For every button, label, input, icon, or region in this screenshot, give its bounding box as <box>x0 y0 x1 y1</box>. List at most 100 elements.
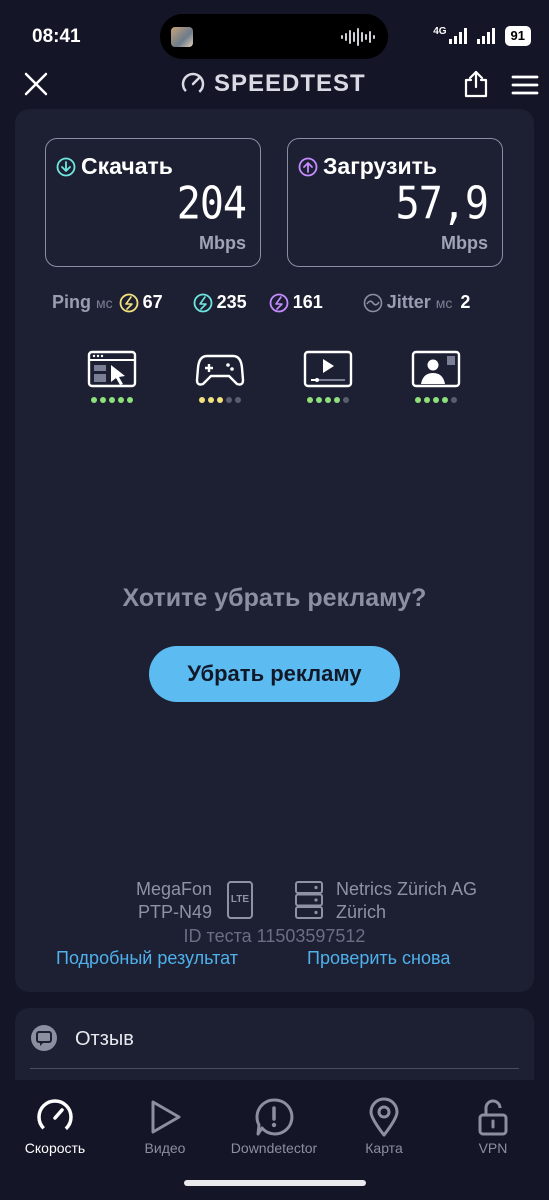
quality-dot <box>334 397 340 403</box>
tab-video-label: Видео <box>144 1140 186 1156</box>
tab-downdetector-label: Downdetector <box>230 1140 318 1156</box>
server-icon <box>295 881 323 919</box>
jitter-value: 2 <box>460 292 471 312</box>
feedback-icon <box>31 1025 57 1051</box>
app-title-text: SPEEDTEST <box>214 70 366 97</box>
alert-icon <box>255 1098 294 1136</box>
ping-upload-icon <box>269 293 289 312</box>
provider-ip: PTP-N49 <box>137 902 212 922</box>
jitter-label: Jitter <box>386 292 431 312</box>
download-unit: Mbps <box>199 233 246 253</box>
tab-map[interactable]: Карта <box>334 1094 434 1156</box>
quality-dots-video <box>303 397 353 403</box>
quality-dot <box>91 397 97 403</box>
upload-unit: Mbps <box>441 233 488 253</box>
server-info: Netrics Zürich AG Zürich <box>336 878 477 924</box>
quality-dot <box>424 397 430 403</box>
web-browsing-icon <box>87 350 137 388</box>
remove-ads-question: Хотите убрать рекламу? <box>122 584 427 612</box>
status-time: 08:41 <box>32 26 81 47</box>
quality-dot <box>442 397 448 403</box>
close-icon[interactable] <box>24 72 48 96</box>
divider <box>30 1068 519 1069</box>
tab-speed-label: Скорость <box>24 1140 86 1156</box>
upload-box: Загрузить 57,9 Mbps <box>287 138 503 267</box>
ping-row: Ping мс 67 235 161 Jitter мс 2 <box>52 292 498 313</box>
video-call-icon <box>411 350 461 388</box>
download-label: Скачать <box>56 153 173 180</box>
upload-arrow-icon <box>298 157 318 176</box>
quality-dot <box>118 397 124 403</box>
quality-dot <box>235 397 241 403</box>
status-indicators: 4G 91 <box>433 26 531 46</box>
feedback-label: Отзыв <box>75 1028 134 1050</box>
upload-label: Загрузить <box>298 153 437 180</box>
quality-dot <box>316 397 322 403</box>
detailed-result-link[interactable]: Подробный результат <box>56 948 238 969</box>
lte-icon: LTE <box>227 881 253 919</box>
tab-vpn[interactable]: VPN <box>443 1094 543 1156</box>
upload-label-text: Загрузить <box>323 153 437 179</box>
home-indicator <box>184 1180 366 1186</box>
battery-level: 91 <box>504 26 531 46</box>
gaming-icon <box>195 354 245 386</box>
quality-dots-call <box>411 397 461 403</box>
quality-dot <box>415 397 421 403</box>
ping-download-value: 235 <box>216 292 247 312</box>
feedback-row[interactable]: Отзыв <box>15 1008 534 1088</box>
quality-gaming <box>195 350 245 403</box>
quality-dots-web <box>87 397 137 403</box>
download-label-text: Скачать <box>81 153 173 179</box>
lte-label: LTE <box>230 894 250 905</box>
ping-upload-value: 161 <box>292 292 323 312</box>
play-icon <box>151 1100 181 1134</box>
tab-speed[interactable]: Скорость <box>5 1094 105 1156</box>
tab-downdetector[interactable]: Downdetector <box>224 1094 324 1156</box>
signal-icon-2 <box>476 28 495 44</box>
download-value: 204 <box>176 178 247 230</box>
server-city: Zürich <box>336 902 387 922</box>
test-id: ID теста 11503597512 <box>183 926 366 946</box>
provider-name: MegaFon <box>135 879 212 899</box>
speedometer-icon <box>37 1099 73 1135</box>
lock-icon <box>478 1099 508 1136</box>
ping-label: Ping <box>52 292 91 312</box>
ping-idle-icon <box>119 293 139 312</box>
server-name: Netrics Zürich AG <box>336 879 478 899</box>
quality-video <box>303 350 353 403</box>
quality-dot <box>217 397 223 403</box>
quality-dot <box>226 397 232 403</box>
quality-dot <box>199 397 205 403</box>
network-type: 4G <box>433 26 447 37</box>
video-streaming-icon <box>303 350 353 388</box>
quality-dot <box>325 397 331 403</box>
quality-dot <box>307 397 313 403</box>
speedometer-logo-icon <box>181 72 205 96</box>
ping-idle-value: 67 <box>142 292 163 312</box>
upload-value: 57,9 <box>395 178 489 230</box>
ping-download-icon <box>193 293 213 312</box>
quality-dot <box>109 397 115 403</box>
menu-icon[interactable] <box>511 74 539 96</box>
tab-map-label: Карта <box>365 1140 403 1156</box>
audio-waveform-icon <box>341 28 375 46</box>
share-icon[interactable] <box>463 70 489 98</box>
quality-dot <box>100 397 106 403</box>
quality-web <box>87 350 137 403</box>
signal-icon <box>448 28 467 44</box>
tab-vpn-label: VPN <box>478 1140 508 1156</box>
remove-ads-button[interactable]: Убрать рекламу <box>149 646 400 702</box>
quality-call <box>411 350 461 403</box>
quality-dot <box>343 397 349 403</box>
tab-video[interactable]: Видео <box>115 1094 215 1156</box>
app-title: SPEEDTEST <box>180 70 366 98</box>
test-again-link[interactable]: Проверить снова <box>307 948 450 969</box>
quality-dot <box>127 397 133 403</box>
ping-unit: мс <box>96 294 113 311</box>
map-pin-icon <box>369 1097 399 1137</box>
jitter-unit: мс <box>435 294 453 311</box>
quality-dot <box>451 397 457 403</box>
download-box: Скачать 204 Mbps <box>45 138 261 267</box>
media-thumbnail <box>171 27 193 47</box>
provider-info: MegaFon PTP-N49 <box>136 878 212 924</box>
